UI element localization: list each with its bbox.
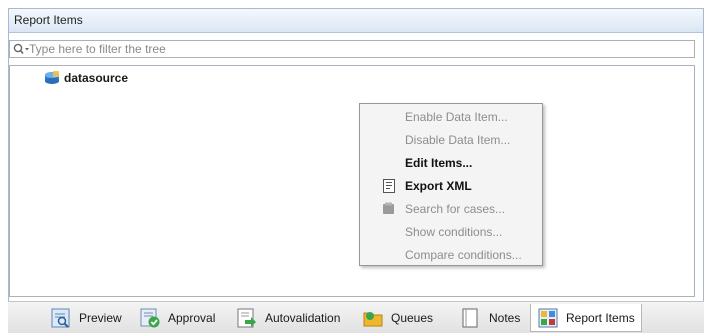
tab-report-items[interactable]: Report Items: [530, 304, 642, 332]
panel-title: Report Items: [9, 9, 703, 33]
tree-node-datasource[interactable]: datasource: [44, 70, 128, 86]
tab-label: Queues: [391, 311, 434, 325]
menu-item-export-xml[interactable]: Export XML: [360, 175, 542, 197]
tab-label: Notes: [489, 311, 521, 325]
autovalidation-icon: [237, 308, 256, 328]
tab-autovalidation[interactable]: Autovalidation: [236, 304, 340, 332]
bottom-tab-bar: Preview Approval Autovalidation Queues N…: [8, 301, 704, 333]
menu-item-label: Export XML: [405, 179, 472, 193]
approval-icon: [140, 308, 160, 328]
tree-filter[interactable]: [9, 40, 695, 58]
search-cases-icon: [383, 202, 394, 214]
menu-item-edit-items[interactable]: Edit Items...: [360, 152, 542, 174]
tab-label: Autovalidation: [265, 311, 341, 325]
tab-approval[interactable]: Approval: [139, 304, 215, 332]
menu-item-disable-data-item[interactable]: Disable Data Item...: [360, 129, 542, 151]
report-items-tree[interactable]: datasource: [9, 65, 695, 297]
context-menu: Enable Data Item... Disable Data Item...…: [359, 103, 543, 266]
tab-preview[interactable]: Preview: [50, 304, 122, 332]
tab-notes[interactable]: Notes: [460, 304, 520, 332]
xml-document-icon: [383, 179, 395, 193]
preview-icon: [51, 308, 70, 328]
menu-item-compare-conditions[interactable]: Compare conditions...: [360, 244, 542, 266]
filter-input[interactable]: [29, 41, 689, 57]
menu-item-search-for-cases[interactable]: Search for cases...: [360, 198, 542, 220]
queues-icon: [363, 312, 383, 327]
tab-label: Preview: [79, 311, 122, 325]
tab-label: Approval: [168, 311, 216, 325]
notes-icon: [462, 308, 478, 328]
tab-label: Report Items: [566, 310, 635, 325]
tree-node-label: datasource: [64, 71, 129, 85]
menu-item-show-conditions[interactable]: Show conditions...: [360, 221, 542, 243]
menu-item-label: Search for cases...: [405, 202, 506, 216]
menu-item-enable-data-item[interactable]: Enable Data Item...: [360, 106, 542, 128]
tab-queues[interactable]: Queues: [362, 304, 433, 332]
database-icon: [45, 71, 59, 84]
report-items-icon: [538, 308, 558, 327]
